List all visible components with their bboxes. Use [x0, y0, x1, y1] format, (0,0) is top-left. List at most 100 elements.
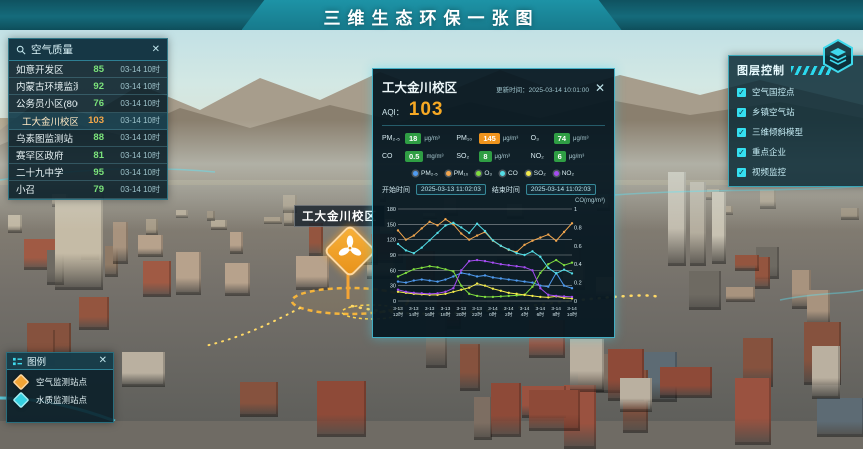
close-icon[interactable]: ✕: [595, 83, 605, 93]
start-time-input[interactable]: 2025-03-13 11:02:03: [416, 184, 486, 195]
chart-legend-item[interactable]: CO: [500, 170, 518, 177]
station-panel-title: 空气质量: [31, 42, 147, 57]
chart-legend-item[interactable]: PM₁₀: [446, 170, 469, 177]
building: [570, 339, 604, 392]
chart-legend-item[interactable]: PM₂.₅: [413, 170, 438, 177]
legend-dot-icon: [500, 171, 505, 176]
svg-text:3-13: 3-13: [409, 306, 419, 312]
layer-toggle-row[interactable]: ✓ 乡镇空气站: [737, 106, 859, 118]
pollutant-grid: PM₂.₅18μg/m³PM₁₀145μg/m³O₃74μg/m³CO0.5mg…: [382, 133, 605, 162]
legend-icon: [13, 357, 22, 366]
building: [817, 398, 863, 437]
building: [460, 344, 480, 391]
station-update-time: 03-14 10时: [104, 64, 160, 75]
checkbox-checked-icon[interactable]: ✓: [737, 128, 746, 137]
start-time-label: 开始时间: [382, 185, 410, 195]
station-list-panel: 空气质量 ✕ 如意开发区8503-14 10时内蒙古环境监测站9203-14 1…: [8, 38, 168, 200]
station-row[interactable]: 二十九中学9503-14 10时: [9, 164, 167, 181]
layer-toggle-row[interactable]: ✓视频监控: [737, 166, 859, 178]
svg-text:16时: 16时: [425, 311, 435, 318]
legend-title: 图例: [27, 354, 94, 368]
station-row[interactable]: 工大金川校区10303-14 10时: [9, 113, 167, 130]
pollutant-value-badge: 8: [479, 151, 491, 162]
station-name: 工大金川校区: [16, 114, 78, 128]
building: [807, 290, 830, 325]
svg-text:2时: 2时: [505, 311, 513, 318]
svg-text:3-14: 3-14: [536, 306, 546, 312]
pollutant-item: PM₂.₅18μg/m³: [382, 133, 456, 144]
svg-text:18时: 18时: [440, 311, 450, 318]
layer-toggle-row[interactable]: ✓三维倾斜模型: [737, 126, 859, 138]
chart-legend-item[interactable]: O₃: [476, 170, 492, 177]
pollutant-item: CO0.5mg/m³: [382, 151, 456, 162]
legend-dot-icon: [554, 171, 559, 176]
svg-text:0.4: 0.4: [574, 262, 582, 268]
station-diamond-icon: [13, 392, 30, 409]
pollutant-name: SO₂: [456, 153, 476, 160]
pollutant-value-badge: 145: [479, 133, 500, 144]
station-row[interactable]: 小召7903-14 10时: [9, 181, 167, 198]
station-aqi-value: 79: [78, 184, 104, 195]
station-update-time: 03-14 10时: [104, 132, 160, 143]
app-title: 三维生态环保一张图: [0, 4, 863, 29]
station-detail-popup: 工大金川校区 更新时间：2025-03-14 10:01:00 ✕ AQI： 1…: [372, 68, 615, 338]
checkbox-checked-icon[interactable]: ✓: [737, 148, 746, 157]
building: [491, 383, 521, 437]
layer-control-panel: 图层控制 ✓空气国控点✓乡镇空气站✓三维倾斜模型✓重点企业✓视频监控: [728, 55, 863, 187]
station-aqi-value: 103: [78, 115, 104, 126]
building: [176, 252, 201, 295]
close-icon[interactable]: ✕: [152, 45, 160, 55]
layer-label: 重点企业: [752, 146, 786, 158]
layer-toggle-row[interactable]: ✓空气国控点: [737, 86, 859, 98]
station-row[interactable]: 公务员小区(800)7603-14 10时: [9, 95, 167, 112]
layer-label: 乡镇空气站: [752, 106, 795, 118]
pollutant-item: NO₂6μg/m³: [531, 151, 605, 162]
layer-hexagon-button[interactable]: [820, 38, 856, 74]
map-legend-panel: 图例 ✕ 空气监测站点水质监测站点: [6, 352, 114, 423]
chart-legend-item[interactable]: NO₂: [554, 170, 574, 177]
svg-text:22时: 22时: [472, 311, 482, 318]
station-name: 乌素图监测站: [16, 131, 78, 145]
chart-legend-item[interactable]: SO₂: [526, 170, 546, 177]
close-icon[interactable]: ✕: [99, 356, 107, 366]
svg-text:3-13: 3-13: [441, 306, 451, 312]
station-row[interactable]: 内蒙古环境监测站9203-14 10时: [9, 78, 167, 95]
chart-legend: PM₂.₅ PM₁₀ O₃ CO SO₂ NO₂: [382, 170, 605, 177]
station-row[interactable]: 赛罕区政府8103-14 10时: [9, 147, 167, 164]
search-icon[interactable]: [16, 45, 26, 55]
station-row[interactable]: 乌素图监测站8803-14 10时: [9, 130, 167, 147]
pollutant-unit: μg/m³: [495, 154, 510, 160]
building: [735, 255, 759, 271]
checkbox-checked-icon[interactable]: ✓: [737, 88, 746, 97]
update-time: 更新时间：2025-03-14 10:01:00: [496, 84, 589, 94]
svg-text:4时: 4时: [521, 311, 529, 318]
top-banner: 三维生态环保一张图: [0, 0, 863, 30]
svg-text:6时: 6时: [537, 311, 545, 318]
svg-text:180: 180: [387, 207, 396, 213]
pollutant-value-badge: 0.5: [405, 151, 423, 162]
station-update-time: 03-14 10时: [104, 150, 160, 161]
legend-label: O₃: [484, 170, 492, 177]
station-update-time: 03-14 10时: [104, 98, 160, 109]
building: [79, 297, 109, 330]
building: [317, 381, 366, 437]
layer-panel-title: 图层控制: [737, 62, 785, 78]
svg-text:0时: 0时: [489, 311, 497, 318]
station-update-time: 03-14 10时: [104, 115, 160, 126]
checkbox-checked-icon[interactable]: ✓: [737, 108, 746, 117]
checkbox-checked-icon[interactable]: ✓: [737, 168, 746, 177]
end-time-input[interactable]: 2025-03-14 11:02:03: [526, 184, 596, 195]
svg-text:0: 0: [393, 299, 396, 305]
building: [296, 256, 329, 290]
pollutant-value-badge: 6: [554, 151, 566, 162]
layer-toggle-row[interactable]: ✓ 重点企业: [737, 146, 859, 158]
station-aqi-value: 81: [78, 150, 104, 161]
building: [122, 352, 165, 387]
station-row[interactable]: 如意开发区8503-14 10时: [9, 61, 167, 78]
building: [529, 390, 580, 431]
legend-dot-icon: [526, 171, 531, 176]
station-name: 内蒙古环境监测站: [16, 79, 78, 93]
station-name: 赛罕区政府: [16, 148, 78, 162]
svg-text:14时: 14时: [409, 311, 419, 318]
aqi-label: AQI：: [382, 107, 404, 118]
